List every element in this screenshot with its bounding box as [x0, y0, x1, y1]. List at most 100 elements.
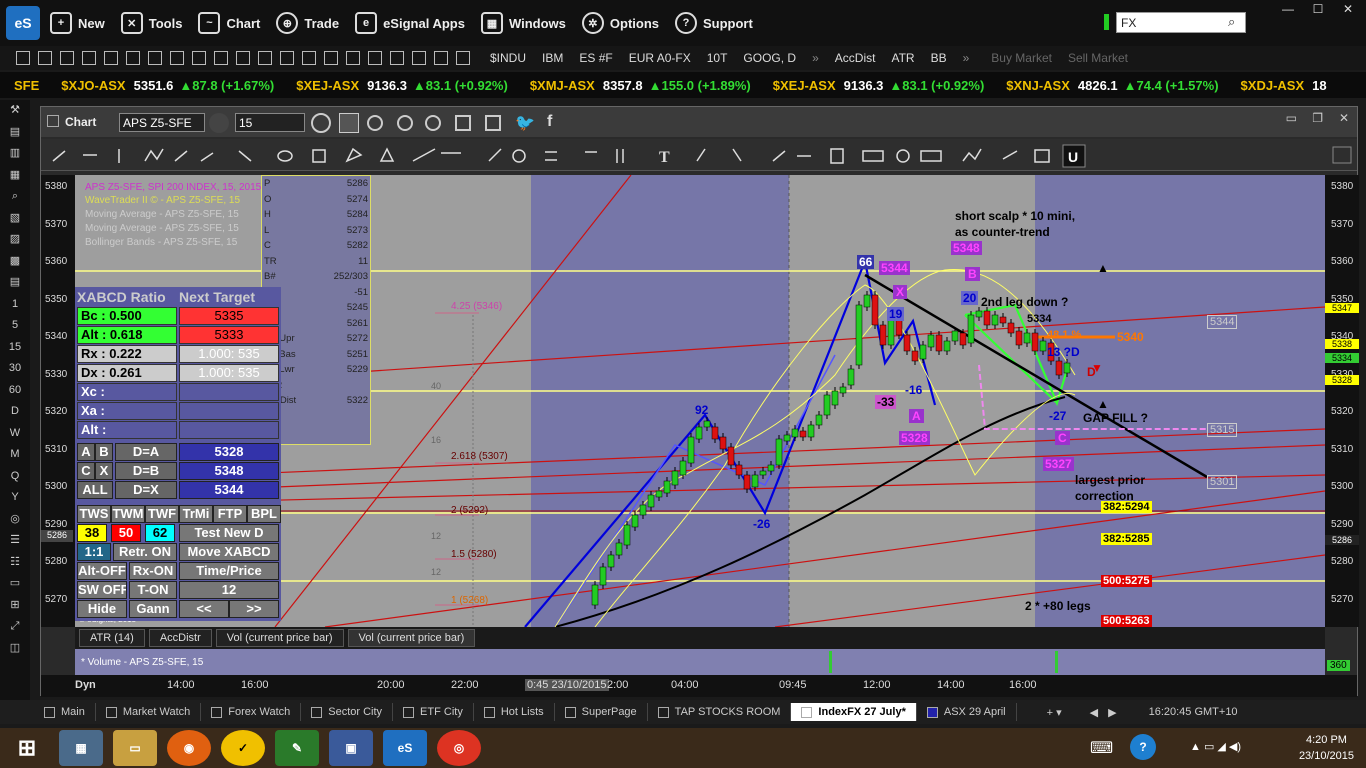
tool-icon[interactable]	[148, 51, 162, 65]
symbol-link[interactable]: 10T	[707, 51, 728, 65]
next-button[interactable]: >>	[229, 600, 279, 618]
symbol-link[interactable]: GOOG, D	[743, 51, 796, 65]
rx-on-button[interactable]: Rx-ON	[129, 562, 177, 580]
drawing-tools-icons[interactable]: T U	[41, 139, 1359, 171]
page-tab[interactable]: Sector City	[301, 703, 394, 721]
tool-icon[interactable]	[16, 51, 30, 65]
symbol-link[interactable]: IBM	[542, 51, 563, 65]
ratio-1-1-button[interactable]: 1:1	[77, 543, 111, 561]
gann-button[interactable]: Gann	[129, 600, 177, 618]
d-point-button[interactable]: B	[95, 443, 113, 461]
sidebar-icon[interactable]: ▦	[0, 165, 30, 187]
sidebar-icon[interactable]: ▭	[0, 573, 30, 595]
symbol-search-input[interactable]	[1116, 12, 1246, 33]
d-point-button[interactable]: X	[95, 462, 113, 480]
d-equation-button[interactable]: D=A	[115, 443, 177, 461]
more-chevron-icon[interactable]: »	[812, 51, 819, 65]
sidebar-icon[interactable]: ☷	[0, 552, 30, 574]
link-icon[interactable]	[455, 115, 471, 131]
previous-button[interactable]: <<	[179, 600, 229, 618]
ticker-symbol[interactable]: $XNJ-ASX	[1006, 78, 1070, 93]
move-xabcd-button[interactable]: Move XABCD	[179, 543, 279, 561]
add-tab-icon[interactable]: + ▾	[1047, 706, 1062, 719]
chrome-icon[interactable]: ◎	[437, 730, 481, 766]
link-gear-icon[interactable]	[209, 113, 229, 133]
tool-icon[interactable]	[302, 51, 316, 65]
page-tab[interactable]: Hot Lists	[474, 703, 555, 721]
keyboard-icon[interactable]: ⌨	[1090, 738, 1113, 758]
wrench-icon[interactable]: ⚒	[0, 100, 30, 122]
tool-icon[interactable]	[456, 51, 470, 65]
menu-esignal-apps[interactable]: e eSignal Apps	[355, 12, 465, 34]
tool-icon[interactable]	[104, 51, 118, 65]
window-minimize-icon[interactable]: ▭	[1286, 111, 1297, 125]
time-price-button[interactable]: Time/Price	[179, 562, 279, 580]
tool-icon[interactable]	[214, 51, 228, 65]
t-on-button[interactable]: T-ON	[129, 581, 177, 599]
twitter-icon[interactable]: 🐦	[515, 113, 535, 133]
d-equation-button[interactable]: D=B	[115, 462, 177, 480]
sell-market-button[interactable]: Sell Market	[1068, 51, 1128, 65]
d-equation-button[interactable]: D=X	[115, 481, 177, 499]
sidebar-icon[interactable]: ⌕	[0, 186, 30, 208]
page-tab[interactable]: TAP STOCKS ROOM	[648, 703, 792, 721]
page-tab[interactable]: Main	[34, 703, 96, 721]
price-chart-plot[interactable]: APS Z5-SFE, SPI 200 INDEX, 15, 2015 ... …	[75, 175, 1325, 627]
menu-windows[interactable]: ▦ Windows	[480, 12, 566, 34]
tool-icon[interactable]	[434, 51, 448, 65]
chart-interval-input[interactable]	[235, 113, 305, 132]
chart-symbol-input[interactable]	[119, 113, 205, 132]
sidebar-interval-5[interactable]: 5	[0, 315, 30, 337]
sidebar-interval-15[interactable]: 15	[0, 337, 30, 359]
volume-pane[interactable]: * Volume - APS Z5-SFE, 15	[75, 649, 1325, 675]
ticker-symbol[interactable]: $XJO-ASX	[61, 78, 125, 93]
sidebar-icon[interactable]: ▤	[0, 122, 30, 144]
xabcd-tool-button[interactable]: TWM	[111, 505, 145, 523]
ticker-symbol[interactable]: $XEJ-ASX	[296, 78, 359, 93]
tool-icon[interactable]	[126, 51, 140, 65]
ratio-38-button[interactable]: 38	[77, 524, 107, 542]
page-tab[interactable]: SuperPage	[555, 703, 648, 721]
ticker-symbol[interactable]: $XMJ-ASX	[530, 78, 595, 93]
prev-tab-icon[interactable]: ◀	[1090, 706, 1098, 719]
bars-12-button[interactable]: 12	[179, 581, 279, 599]
sidebar-icon[interactable]: ⤢	[0, 616, 30, 638]
sidebar-interval-y[interactable]: Y	[0, 487, 30, 509]
sw-off-button[interactable]: SW OFF	[77, 581, 127, 599]
menu-options[interactable]: ✲ Options	[581, 12, 659, 34]
d-target-value[interactable]: 5328	[179, 443, 279, 461]
xabcd-tool-button[interactable]: FTP	[213, 505, 247, 523]
dyn-label[interactable]: Dyn	[75, 679, 96, 691]
sidebar-icon[interactable]: ☰	[0, 530, 30, 552]
firefox-icon[interactable]: ◉	[167, 730, 211, 766]
sidebar-interval-30[interactable]: 30	[0, 358, 30, 380]
sidebar-icon[interactable]: ▥	[0, 143, 30, 165]
tool-icon[interactable]	[170, 51, 184, 65]
menu-support[interactable]: ? Support	[675, 12, 753, 34]
tool-icon[interactable]	[324, 51, 338, 65]
sidebar-icon[interactable]: ▩	[0, 251, 30, 273]
indicator-tab[interactable]: ATR (14)	[79, 629, 145, 647]
clock-icon[interactable]	[311, 113, 331, 133]
d-target-value[interactable]: 5348	[179, 462, 279, 480]
page-tab[interactable]: Market Watch	[96, 703, 202, 721]
facebook-icon[interactable]: f	[547, 113, 552, 131]
menu-trade[interactable]: ⊕ Trade	[276, 12, 339, 34]
sidebar-icon[interactable]: ⊞	[0, 595, 30, 617]
ticker-symbol[interactable]: $XEJ-ASX	[773, 78, 836, 93]
maximize-button[interactable]: ☐	[1306, 2, 1330, 18]
window-close-icon[interactable]: ✕	[1339, 111, 1349, 125]
indicator-tab[interactable]: Vol (current price bar)	[215, 629, 344, 647]
price-axis[interactable]: 5380 5370 5360 5350 5340 5330 5320 5310 5300 5290…	[1325, 175, 1359, 627]
tool-icon[interactable]	[412, 51, 426, 65]
indicator-tab[interactable]: Vol (current price bar)	[347, 629, 476, 647]
tool-icon[interactable]	[38, 51, 52, 65]
system-clock[interactable]: 4:20 PM 23/10/2015	[1299, 732, 1354, 764]
tool-icon[interactable]	[82, 51, 96, 65]
sidebar-icon[interactable]: ◎	[0, 509, 30, 531]
search-icon[interactable]: ⌕	[1228, 14, 1235, 30]
sidebar-interval-q[interactable]: Q	[0, 466, 30, 488]
xabcd-tool-button[interactable]: BPL	[247, 505, 281, 523]
tool-icon[interactable]	[368, 51, 382, 65]
tool-icon[interactable]	[346, 51, 360, 65]
